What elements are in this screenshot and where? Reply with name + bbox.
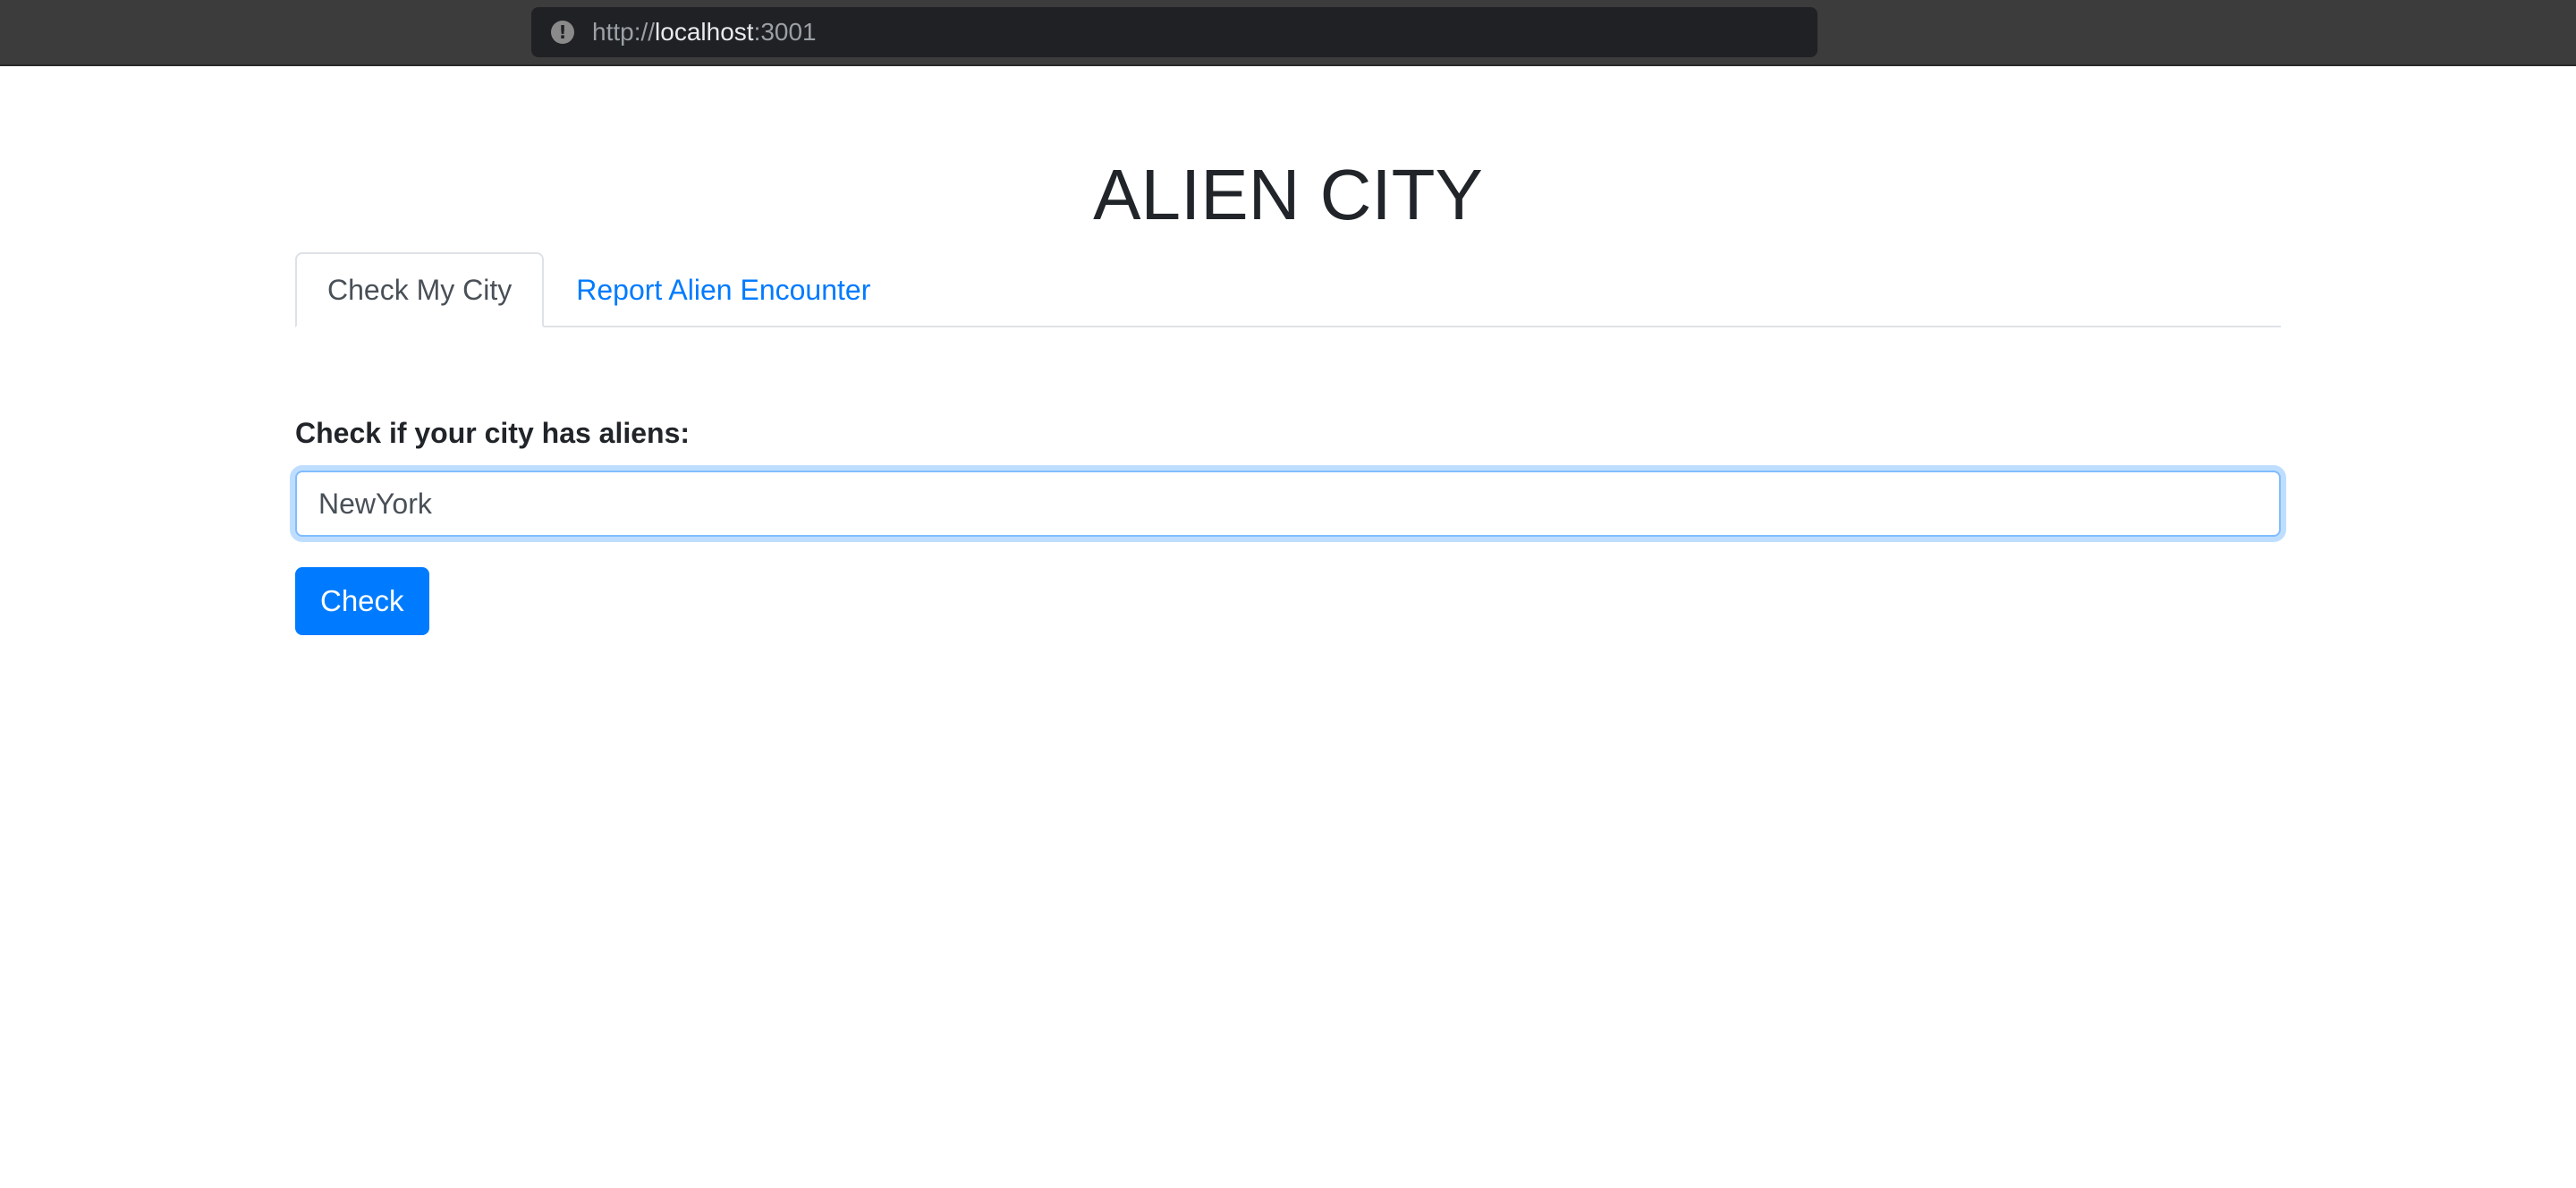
tab-report-alien-encounter[interactable]: Report Alien Encounter — [544, 252, 902, 327]
url-text[interactable]: http://localhost:3001 — [592, 18, 817, 47]
tab-check-my-city[interactable]: Check My City — [295, 252, 545, 327]
info-icon[interactable]: ! — [551, 21, 574, 44]
city-check-label: Check if your city has aliens: — [295, 417, 691, 449]
city-input[interactable] — [295, 471, 2281, 537]
address-bar[interactable]: ! http://localhost:3001 — [531, 7, 1818, 57]
url-scheme: http:// — [592, 18, 656, 46]
url-host: localhost — [655, 18, 754, 46]
browser-toolbar: ! http://localhost:3001 — [0, 0, 2576, 66]
check-button[interactable]: Check — [295, 567, 429, 635]
tab-bar: Check My City Report Alien Encounter — [295, 252, 2281, 327]
page-title: ALIEN CITY — [1093, 155, 1483, 234]
url-port: :3001 — [753, 18, 817, 46]
